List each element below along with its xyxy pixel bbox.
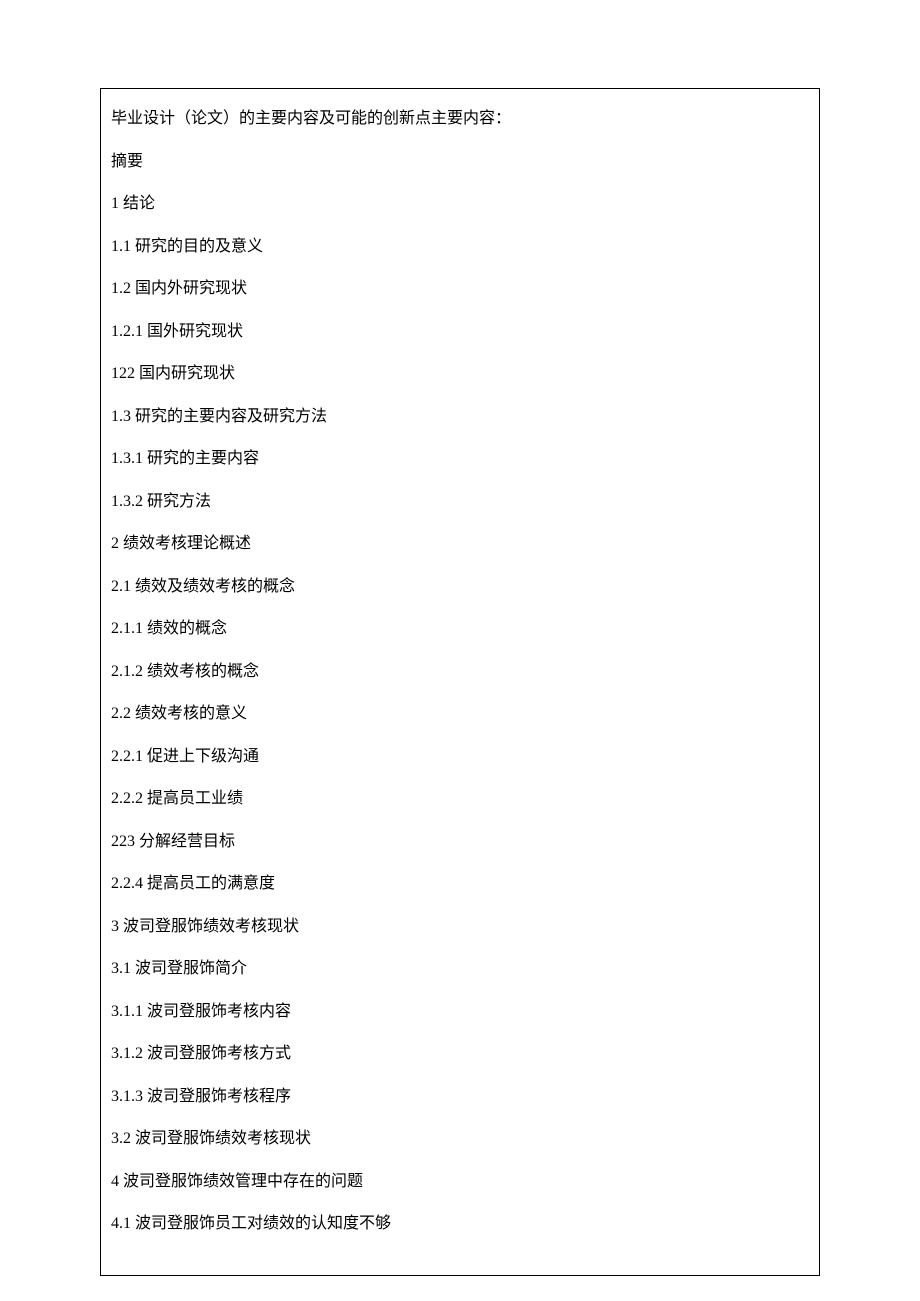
- toc-line: 3.1 波司登服饰简介: [111, 957, 809, 981]
- toc-line: 4.1 波司登服饰员工对绩效的认知度不够: [111, 1212, 809, 1236]
- toc-line: 2.1.1 绩效的概念: [111, 617, 809, 641]
- toc-line: 摘要: [111, 150, 809, 174]
- toc-line: 4 波司登服饰绩效管理中存在的问题: [111, 1170, 809, 1194]
- toc-line: 122 国内研究现状: [111, 362, 809, 386]
- toc-line: 1.3.1 研究的主要内容: [111, 447, 809, 471]
- toc-line: 3.1.1 波司登服饰考核内容: [111, 1000, 809, 1024]
- toc-line: 2.2.4 提高员工的满意度: [111, 872, 809, 896]
- toc-line: 2 绩效考核理论概述: [111, 532, 809, 556]
- toc-line: 1.2 国内外研究现状: [111, 277, 809, 301]
- toc-line: 3 波司登服饰绩效考核现状: [111, 915, 809, 939]
- document-title: 毕业设计（论文）的主要内容及可能的创新点主要内容：: [111, 107, 809, 131]
- toc-line: 3.2 波司登服饰绩效考核现状: [111, 1127, 809, 1151]
- document-page: 毕业设计（论文）的主要内容及可能的创新点主要内容： 摘要 1 结论 1.1 研究…: [100, 88, 820, 1276]
- toc-line: 2.1.2 绩效考核的概念: [111, 660, 809, 684]
- toc-line: 2.1 绩效及绩效考核的概念: [111, 575, 809, 599]
- toc-line: 1.2.1 国外研究现状: [111, 320, 809, 344]
- toc-line: 3.1.2 波司登服饰考核方式: [111, 1042, 809, 1066]
- toc-line: 3.1.3 波司登服饰考核程序: [111, 1085, 809, 1109]
- toc-line: 1.1 研究的目的及意义: [111, 235, 809, 259]
- toc-line: 223 分解经营目标: [111, 830, 809, 854]
- toc-line: 2.2.2 提高员工业绩: [111, 787, 809, 811]
- toc-line: 1.3 研究的主要内容及研究方法: [111, 405, 809, 429]
- toc-line: 2.2 绩效考核的意义: [111, 702, 809, 726]
- toc-line: 2.2.1 促进上下级沟通: [111, 745, 809, 769]
- toc-line: 1 结论: [111, 192, 809, 216]
- toc-line: 1.3.2 研究方法: [111, 490, 809, 514]
